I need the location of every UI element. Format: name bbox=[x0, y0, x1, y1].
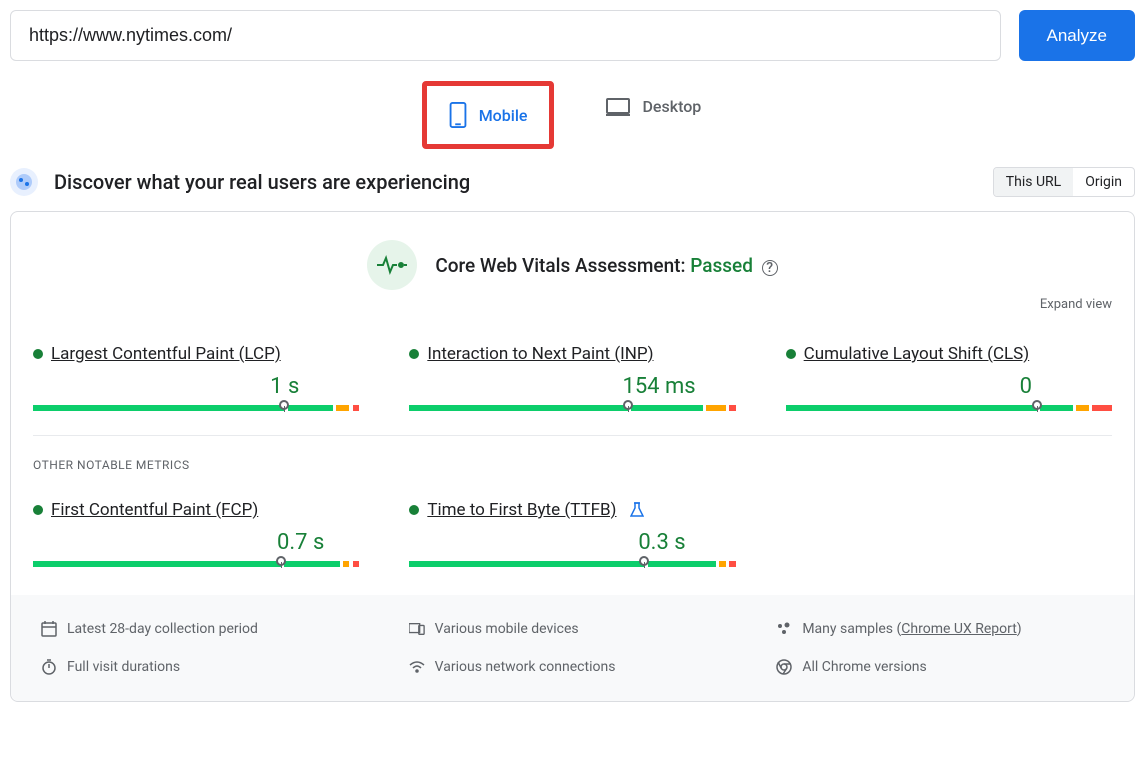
footer-info: Latest 28-day collection period Various … bbox=[11, 595, 1134, 701]
status-dot bbox=[409, 505, 419, 515]
metric-lcp-label[interactable]: Largest Contentful Paint (LCP) bbox=[51, 344, 281, 364]
footer-samples: Many samples (Chrome UX Report) bbox=[776, 615, 1104, 643]
metric-ttfb-bar bbox=[409, 561, 735, 567]
metric-cls-value: 0 bbox=[786, 374, 1112, 399]
devices-icon bbox=[409, 621, 425, 637]
footer-durations: Full visit durations bbox=[41, 653, 369, 681]
crux-link[interactable]: Chrome UX Report bbox=[901, 621, 1016, 637]
status-dot bbox=[786, 349, 796, 359]
chrome-icon bbox=[776, 659, 792, 675]
metric-inp: Interaction to Next Paint (INP) 154 ms bbox=[409, 344, 735, 411]
device-tabs: Mobile Desktop bbox=[10, 81, 1135, 149]
expand-view-link[interactable]: Expand view bbox=[1040, 297, 1112, 312]
tab-mobile[interactable]: Mobile bbox=[427, 86, 550, 144]
tab-mobile-label: Mobile bbox=[479, 106, 528, 125]
discover-icon bbox=[10, 168, 38, 196]
assessment-status: Passed bbox=[690, 254, 753, 277]
analyze-button[interactable]: Analyze bbox=[1019, 10, 1135, 61]
metric-ttfb-label[interactable]: Time to First Byte (TTFB) bbox=[427, 500, 616, 520]
metric-lcp-value: 1 s bbox=[33, 374, 359, 399]
help-icon[interactable]: ? bbox=[762, 260, 778, 276]
metric-cls-label[interactable]: Cumulative Layout Shift (CLS) bbox=[804, 344, 1030, 364]
toggle-origin[interactable]: Origin bbox=[1073, 168, 1134, 196]
other-metrics-label: OTHER NOTABLE METRICS bbox=[11, 436, 1134, 472]
desktop-icon bbox=[606, 98, 630, 116]
metric-cls-bar bbox=[786, 405, 1112, 411]
metric-inp-value: 154 ms bbox=[409, 374, 735, 399]
pulse-icon bbox=[367, 240, 417, 290]
vitals-card: Core Web Vitals Assessment: Passed ? Exp… bbox=[10, 211, 1135, 702]
metric-fcp-bar bbox=[33, 561, 359, 567]
other-metrics-grid: First Contentful Paint (FCP) 0.7 s Time … bbox=[11, 472, 1134, 595]
status-dot bbox=[33, 505, 43, 515]
mobile-icon bbox=[449, 102, 467, 128]
metric-cls: Cumulative Layout Shift (CLS) 0 bbox=[786, 344, 1112, 411]
metric-lcp: Largest Contentful Paint (LCP) 1 s bbox=[33, 344, 359, 411]
toggle-this-url[interactable]: This URL bbox=[994, 168, 1073, 196]
section-title: Discover what your real users are experi… bbox=[54, 170, 470, 194]
url-input[interactable] bbox=[10, 10, 1001, 61]
core-metrics-grid: Largest Contentful Paint (LCP) 1 s Inter… bbox=[11, 294, 1134, 435]
calendar-icon bbox=[41, 621, 57, 637]
metric-fcp: First Contentful Paint (FCP) 0.7 s bbox=[33, 500, 359, 567]
metric-ttfb: Time to First Byte (TTFB) 0.3 s bbox=[409, 500, 735, 567]
scope-toggle: This URL Origin bbox=[993, 167, 1135, 197]
status-dot bbox=[33, 349, 43, 359]
metric-ttfb-value: 0.3 s bbox=[409, 530, 735, 555]
wifi-icon bbox=[409, 659, 425, 675]
flask-icon bbox=[630, 502, 644, 518]
stopwatch-icon bbox=[41, 659, 57, 675]
tab-desktop-label: Desktop bbox=[642, 97, 701, 116]
status-dot bbox=[409, 349, 419, 359]
assessment-text: Core Web Vitals Assessment: Passed ? bbox=[435, 254, 777, 277]
metric-lcp-bar bbox=[33, 405, 359, 411]
metric-inp-bar bbox=[409, 405, 735, 411]
footer-versions: All Chrome versions bbox=[776, 653, 1104, 681]
footer-devices: Various mobile devices bbox=[409, 615, 737, 643]
metric-fcp-label[interactable]: First Contentful Paint (FCP) bbox=[51, 500, 258, 520]
footer-collection: Latest 28-day collection period bbox=[41, 615, 369, 643]
tab-desktop[interactable]: Desktop bbox=[584, 81, 723, 132]
samples-icon bbox=[776, 621, 792, 637]
metric-fcp-value: 0.7 s bbox=[33, 530, 359, 555]
metric-inp-label[interactable]: Interaction to Next Paint (INP) bbox=[427, 344, 653, 364]
footer-network: Various network connections bbox=[409, 653, 737, 681]
